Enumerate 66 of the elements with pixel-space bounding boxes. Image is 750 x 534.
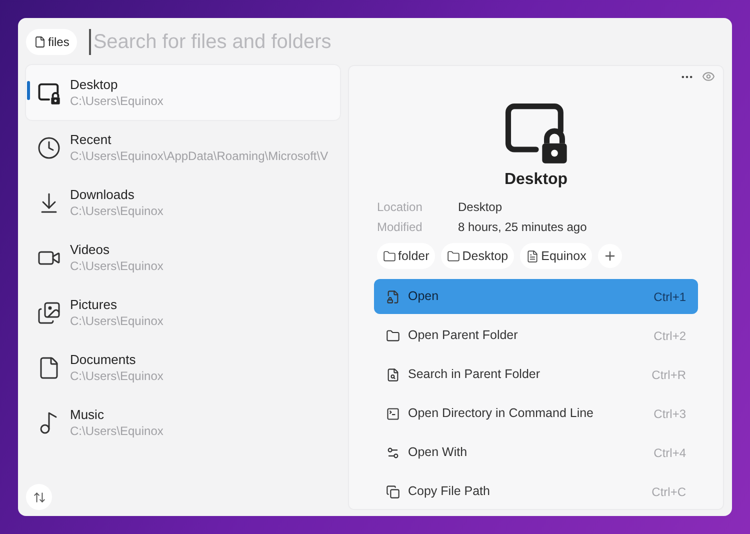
action-label: Search in Parent Folder [408,366,542,384]
eye-icon[interactable] [702,70,715,83]
search-field[interactable]: Search for files and folders [89,29,724,55]
action-item[interactable]: Copy File Path Ctrl+C [374,474,698,509]
action-label: Open [408,288,440,306]
file-icon [526,250,540,262]
folder-icon [447,250,460,262]
detail-label: Modified [377,219,424,236]
sidebar-item[interactable]: Recent C:\Users\Equinox\AppData\Roaming\Microsoft\V [26,120,340,175]
action-item[interactable]: Open Parent Folder Ctrl+2 [374,318,698,353]
item-path: C:\Users\Equinox\AppData\Roaming\Microsoft\V [70,148,328,164]
item-name: Videos [70,241,111,258]
shortcut-label: Ctrl+C [652,484,686,500]
clock-icon [37,136,61,160]
action-label: Open Directory in Command Line [408,405,594,422]
sliders-icon [386,446,400,460]
shortcut-label: Ctrl+3 [654,406,686,422]
item-path: C:\Users\Equinox [70,258,164,274]
item-path: C:\Users\Equinox [70,368,164,384]
sidebar-item[interactable]: Desktop C:\Users\Equinox [26,65,340,120]
sidebar-item[interactable]: Documents C:\Users\Equinox [26,340,340,395]
sort-button[interactable] [26,484,52,510]
action-item[interactable]: Open Ctrl+1 [374,279,698,314]
tag-chip[interactable]: Desktop [441,243,514,269]
shortcut-label: Ctrl+R [652,366,686,384]
action-label: Copy File Path [408,483,491,500]
action-label: Open Parent Folder [408,327,519,344]
tag-chip[interactable]: Equinox [520,243,592,269]
add-tag-button[interactable] [598,244,622,268]
item-name: Desktop [70,76,119,93]
item-name: Recent [70,131,112,148]
action-label: Open With [408,444,468,462]
item-name: Downloads [70,186,136,203]
file-lock-icon [386,290,400,304]
folder-icon [383,250,396,262]
sidebar-item[interactable]: Pictures C:\Users\Equinox [26,285,340,340]
item-path: C:\Users\Equinox [70,313,164,329]
shortcut-label: Ctrl+4 [654,444,686,462]
action-item[interactable]: Search in Parent Folder Ctrl+R [374,357,698,392]
plus-icon [603,249,618,263]
item-name: Documents [70,351,137,368]
detail-value: Desktop [458,199,502,216]
item-path: C:\Users\Equinox [70,93,164,109]
action-item[interactable]: Open Directory in Command Line Ctrl+3 [374,396,698,431]
terminal-icon [386,406,400,420]
action-item[interactable]: Open With Ctrl+4 [374,435,698,470]
files-scope-chip[interactable]: files [26,29,78,55]
sort-icon [32,490,46,504]
detail-value: 8 hours, 25 minutes ago [458,219,587,236]
item-name: Pictures [70,296,118,313]
pictures-icon [37,300,61,324]
sidebar-item[interactable]: Downloads C:\Users\Equinox [26,175,340,230]
shortcut-label: Ctrl+1 [654,288,686,306]
item-path: C:\Users\Equinox [70,423,164,439]
shortcut-label: Ctrl+2 [654,328,686,344]
sidebar-item[interactable]: Music C:\Users\Equinox [26,395,340,450]
file-search-icon [386,368,400,382]
folder-icon [386,328,400,342]
item-name: Music [70,406,105,423]
sidebar-item[interactable]: Videos C:\Users\Equinox [26,230,340,285]
detail-label: Location [377,199,424,216]
tag-chip[interactable]: folder [377,243,436,269]
item-path: C:\Users\Equinox [70,203,164,219]
copy-icon [386,484,400,498]
preview-title: Desktop [504,170,568,190]
file-icon [34,36,46,48]
